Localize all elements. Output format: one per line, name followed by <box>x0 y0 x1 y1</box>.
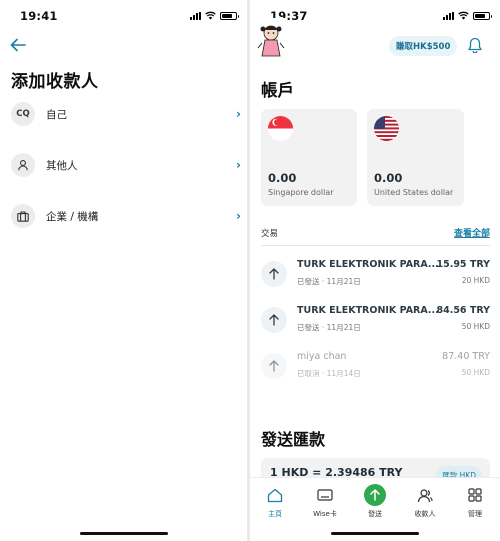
singapore-flag-icon <box>268 116 293 141</box>
option-business[interactable]: 企業 / 機構 › <box>11 202 241 230</box>
status-time: 19:41 <box>20 9 58 23</box>
home-icon <box>264 484 286 506</box>
tab-label: 收款人 <box>414 510 436 518</box>
transaction-status: 已取消 · 11月14日 <box>297 369 361 378</box>
tab-home[interactable]: 主頁 <box>255 484 295 519</box>
transaction-status: 已發送 · 11月21日 <box>297 277 361 286</box>
chevron-right-icon: › <box>236 107 241 121</box>
add-recipient-screen: 19:41 添加收款人 CQ 自己 › 其他人 › 企業 / 機構 › <box>0 0 247 541</box>
recipients-icon <box>414 484 436 506</box>
tab-label: 主頁 <box>268 510 282 518</box>
transaction-amount: 84.56 TRY <box>436 305 490 316</box>
arrow-up-icon <box>261 353 287 379</box>
battery-icon <box>220 11 239 20</box>
home-screen: 19:37 賺取HK$500 帳戶 0.00 Singapore dollar <box>250 0 500 541</box>
status-bar: 19:37 <box>250 0 500 30</box>
option-label: 其他人 <box>46 159 78 172</box>
transaction-name: TURK ELEKTRONIK PARA... <box>297 259 439 270</box>
balance-amount: 0.00 <box>374 171 403 185</box>
profile-avatar[interactable] <box>256 18 286 60</box>
transaction-amount: 15.95 TRY <box>436 259 490 270</box>
transaction-amount: 87.40 TRY <box>442 351 490 362</box>
transaction-name: TURK ELEKTRONIK PARA... <box>297 305 439 316</box>
earn-reward-button[interactable]: 賺取HK$500 <box>389 36 458 56</box>
us-flag-icon <box>374 116 399 141</box>
transaction-row[interactable]: miya chan 已取消 · 11月14日 87.40 TRY 50 HKD <box>261 347 490 387</box>
wifi-icon <box>458 11 469 20</box>
transaction-status: 已發送 · 11月21日 <box>297 323 361 332</box>
signal-icon <box>190 11 201 20</box>
tab-card[interactable]: Wise卡 <box>305 484 345 519</box>
tab-label: Wise卡 <box>313 510 337 518</box>
card-icon <box>314 484 336 506</box>
back-arrow-icon[interactable] <box>10 38 26 52</box>
divider <box>261 245 490 246</box>
option-myself[interactable]: CQ 自己 › <box>11 100 241 128</box>
transaction-amount-hkd: 20 HKD <box>461 276 490 285</box>
accounts-title: 帳戶 <box>261 81 294 100</box>
transactions-heading: 交易 <box>261 229 279 239</box>
signal-icon <box>443 11 454 20</box>
home-indicator <box>331 532 419 535</box>
status-bar: 19:41 <box>0 0 247 30</box>
balance-currency: Singapore dollar <box>268 188 334 197</box>
person-icon <box>11 153 35 177</box>
chevron-right-icon: › <box>236 209 241 223</box>
balance-card-usd[interactable]: 0.00 United States dollar <box>367 109 464 206</box>
page-title: 添加收款人 <box>11 72 99 92</box>
arrow-up-icon <box>261 307 287 333</box>
briefcase-icon <box>11 204 35 228</box>
cq-avatar-icon: CQ <box>11 102 35 126</box>
status-icons <box>190 11 239 20</box>
bell-icon[interactable] <box>468 37 482 53</box>
option-label: 自己 <box>46 108 67 121</box>
tab-label: 管理 <box>468 510 482 518</box>
wifi-icon <box>205 11 216 20</box>
transaction-amount-hkd: 50 HKD <box>461 368 490 377</box>
status-icons <box>443 11 492 20</box>
tab-recipients[interactable]: 收款人 <box>405 484 445 519</box>
chevron-right-icon: › <box>236 158 241 172</box>
transaction-row[interactable]: TURK ELEKTRONIK PARA... 已發送 · 11月21日 84.… <box>261 301 490 341</box>
manage-icon <box>464 484 486 506</box>
bottom-tab-bar: 主頁 Wise卡 發送 收款人 管理 <box>250 477 500 541</box>
balance-card-sgd[interactable]: 0.00 Singapore dollar <box>261 109 357 206</box>
transaction-name: miya chan <box>297 351 347 362</box>
option-label: 企業 / 機構 <box>46 210 99 223</box>
home-indicator <box>79 532 168 535</box>
tab-label: 發送 <box>368 510 382 518</box>
tab-send[interactable]: 發送 <box>355 484 395 519</box>
tab-manage[interactable]: 管理 <box>455 484 495 519</box>
arrow-up-icon <box>261 261 287 287</box>
balance-amount: 0.00 <box>268 171 297 185</box>
send-icon <box>364 484 386 506</box>
see-all-link[interactable]: 查看全部 <box>454 226 490 239</box>
transaction-row[interactable]: TURK ELEKTRONIK PARA... 已發送 · 11月21日 15.… <box>261 255 490 295</box>
option-someone-else[interactable]: 其他人 › <box>11 151 241 179</box>
balance-currency: United States dollar <box>374 188 454 197</box>
transaction-amount-hkd: 50 HKD <box>461 322 490 331</box>
battery-icon <box>473 11 492 20</box>
send-money-title: 發送匯款 <box>261 430 326 449</box>
